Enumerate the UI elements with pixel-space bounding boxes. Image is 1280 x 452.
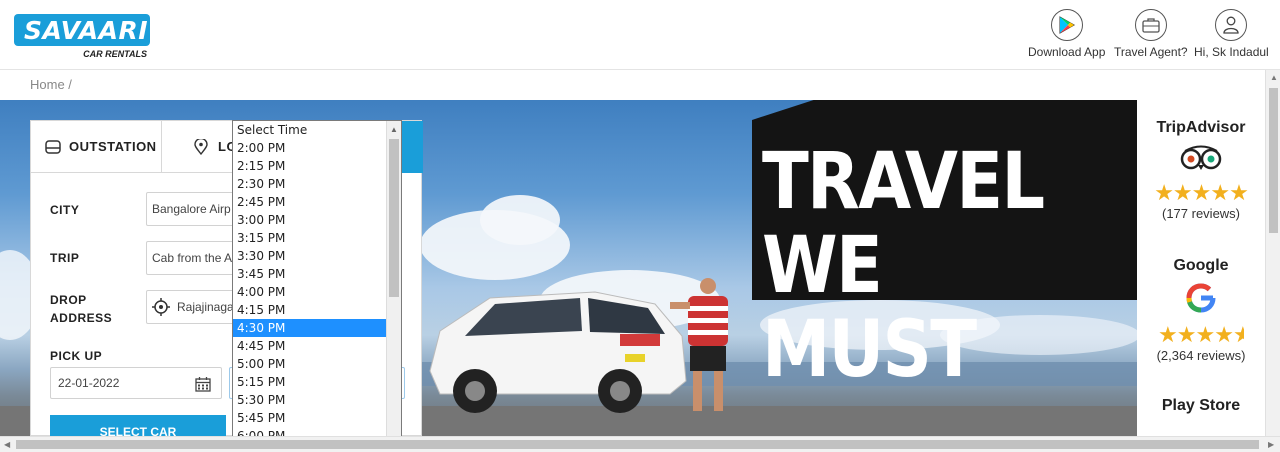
banner-line-2: WE MUST bbox=[762, 221, 977, 395]
time-option[interactable]: 3:15 PM bbox=[233, 229, 401, 247]
vertical-scroll-thumb[interactable] bbox=[1269, 88, 1278, 233]
tripadvisor-owl-icon bbox=[1180, 145, 1222, 170]
location-pin-icon bbox=[194, 138, 208, 155]
savaari-logo[interactable]: SAVAARI CAR RENTALS bbox=[14, 14, 150, 60]
logo-text: SAVAARI bbox=[24, 16, 149, 45]
google-g-icon bbox=[1186, 283, 1216, 313]
time-option[interactable]: 5:30 PM bbox=[233, 391, 401, 409]
tripadvisor-star-rating: ★★★★★ bbox=[1154, 180, 1249, 205]
google-review-count[interactable]: (2,364 reviews) bbox=[1137, 348, 1265, 363]
drop-address-field[interactable]: Rajajinaga bbox=[146, 290, 241, 324]
tab-outstation-label: OUTSTATION bbox=[69, 139, 157, 154]
time-option[interactable]: 4:15 PM bbox=[233, 301, 401, 319]
travel-agent-link[interactable]: Travel Agent? bbox=[1114, 9, 1188, 59]
briefcase-icon bbox=[1134, 9, 1167, 41]
scroll-left-icon[interactable]: ◀ bbox=[4, 440, 10, 449]
time-option[interactable]: 3:30 PM bbox=[233, 247, 401, 265]
page-vertical-scrollbar[interactable]: ▲ bbox=[1265, 70, 1280, 436]
time-option[interactable]: 3:45 PM bbox=[233, 265, 401, 283]
user-account-link[interactable]: Hi, Sk Indadul bbox=[1194, 9, 1269, 59]
dropdown-scrollbar[interactable]: ▲ bbox=[386, 121, 401, 451]
dropdown-scroll-thumb[interactable] bbox=[389, 139, 399, 297]
user-icon bbox=[1215, 9, 1248, 41]
drop-label-line-1: DROP bbox=[50, 293, 87, 307]
pickup-date-value: 22-01-2022 bbox=[58, 376, 120, 390]
city-select[interactable]: Bangalore Airp bbox=[146, 192, 241, 226]
time-option[interactable]: 4:45 PM bbox=[233, 337, 401, 355]
scroll-up-arrow-icon[interactable]: ▲ bbox=[390, 125, 398, 134]
pickup-time-dropdown[interactable]: Select Time 2:00 PM 2:15 PM 2:30 PM 2:45 PM 3… bbox=[232, 120, 402, 452]
pickup-date-input[interactable]: 22-01-2022 bbox=[50, 367, 222, 399]
locate-crosshair-icon[interactable] bbox=[151, 297, 171, 317]
banner-headline: TRAVEL WE MUST bbox=[762, 140, 1092, 392]
cloud bbox=[480, 195, 560, 245]
calendar-icon[interactable] bbox=[195, 376, 211, 392]
trip-select[interactable]: Cab from the A bbox=[146, 241, 241, 275]
time-option[interactable]: 2:30 PM bbox=[233, 175, 401, 193]
time-option[interactable]: 4:30 PM bbox=[233, 319, 401, 337]
suv-car-image bbox=[429, 291, 687, 413]
drop-label-line-2: ADDRESS bbox=[50, 311, 113, 325]
play-store-title: Play Store bbox=[1161, 397, 1241, 414]
time-option[interactable]: 4:00 PM bbox=[233, 283, 401, 301]
google-title: Google bbox=[1173, 257, 1229, 274]
reviews-column: TripAdvisor ★★★★★ (177 reviews) Google ★… bbox=[1137, 100, 1265, 436]
play-store-icon bbox=[1050, 9, 1083, 41]
time-option[interactable]: 3:00 PM bbox=[233, 211, 401, 229]
page: SAVAARI CAR RENTALS Download App Travel … bbox=[0, 0, 1280, 452]
tripadvisor-title: TripAdvisor bbox=[1156, 119, 1246, 136]
drop-address-value: Rajajinaga bbox=[177, 300, 234, 314]
trip-label: TRIP bbox=[50, 251, 80, 265]
drop-address-label: DROP ADDRESS bbox=[50, 291, 112, 327]
scroll-right-icon[interactable]: ▶ bbox=[1268, 440, 1274, 449]
time-option-list: Select Time 2:00 PM 2:15 PM 2:30 PM 2:45 PM 3… bbox=[233, 121, 401, 451]
user-greeting: Hi, Sk Indadul bbox=[1194, 45, 1269, 59]
traveler-person-image bbox=[670, 278, 728, 411]
download-app-label: Download App bbox=[1028, 45, 1106, 59]
time-option[interactable]: 5:15 PM bbox=[233, 373, 401, 391]
breadcrumb[interactable]: Home / bbox=[30, 77, 72, 92]
travel-agent-label: Travel Agent? bbox=[1114, 45, 1188, 59]
time-option[interactable]: 2:45 PM bbox=[233, 193, 401, 211]
time-option[interactable]: 5:00 PM bbox=[233, 355, 401, 373]
google-star-rating: ★★★★★ bbox=[1158, 322, 1244, 347]
logo-subtitle: CAR RENTALS bbox=[83, 49, 147, 59]
time-option[interactable]: 2:15 PM bbox=[233, 157, 401, 175]
time-option-placeholder[interactable]: Select Time bbox=[233, 121, 401, 139]
time-option[interactable]: 5:45 PM bbox=[233, 409, 401, 427]
page-horizontal-scrollbar[interactable]: ◀ ▶ bbox=[0, 436, 1280, 452]
city-label: CITY bbox=[50, 203, 80, 217]
download-app-link[interactable]: Download App bbox=[1028, 9, 1105, 59]
horizontal-scroll-thumb[interactable] bbox=[16, 440, 1259, 449]
logo-badge: SAVAARI bbox=[14, 14, 150, 46]
site-header: SAVAARI CAR RENTALS Download App Travel … bbox=[0, 0, 1280, 70]
tripadvisor-review-count[interactable]: (177 reviews) bbox=[1137, 206, 1265, 221]
car-icon bbox=[45, 139, 61, 154]
time-option[interactable]: 2:00 PM bbox=[233, 139, 401, 157]
banner-line-1: TRAVEL bbox=[762, 137, 1045, 227]
tab-outstation[interactable]: OUTSTATION bbox=[31, 121, 162, 173]
select-car-button[interactable]: SELECT CAR bbox=[50, 415, 226, 437]
pickup-label: PICK UP bbox=[50, 349, 103, 363]
tab-airport[interactable] bbox=[401, 121, 423, 173]
scroll-up-icon[interactable]: ▲ bbox=[1270, 73, 1278, 82]
